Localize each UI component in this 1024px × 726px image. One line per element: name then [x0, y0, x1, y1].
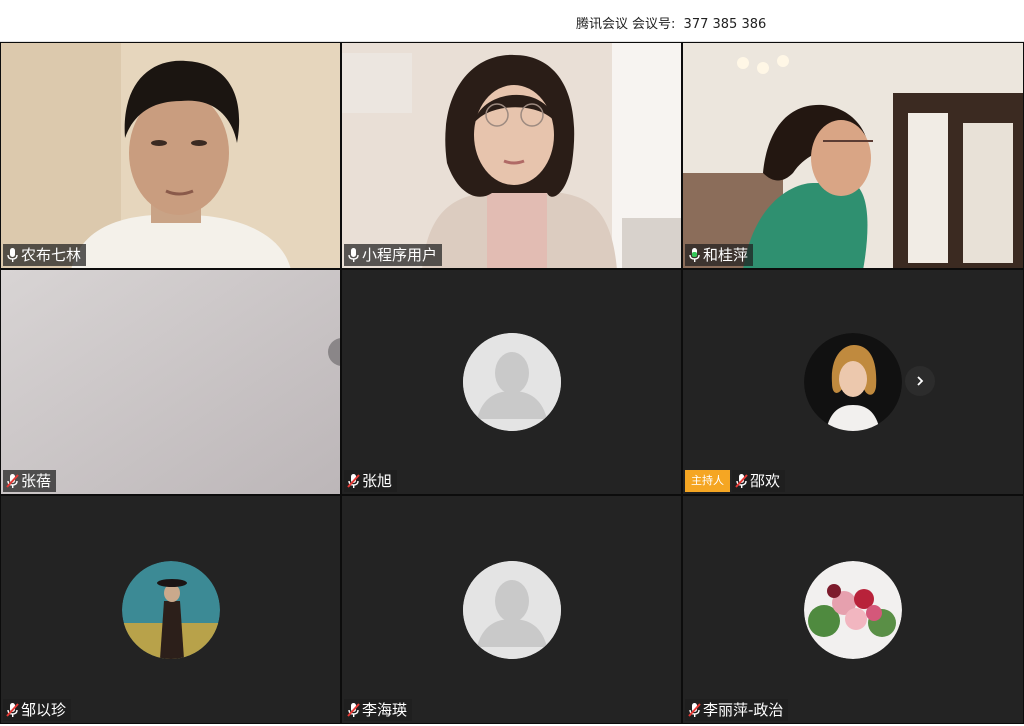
microphone-speaking-icon [689, 248, 700, 262]
video-tile[interactable]: 农布七林 [0, 42, 341, 269]
participant-namebar: 邹以珍 [3, 699, 72, 721]
participant-namebar: 李丽萍-政治 [685, 699, 789, 721]
camera-feed [683, 43, 1023, 268]
participant-name: 农布七林 [21, 246, 82, 264]
meeting-id[interactable]: 377 385 386 [684, 17, 767, 32]
host-badge: 主持人 [685, 470, 730, 492]
participant-namebar: 张旭 [344, 470, 398, 492]
video-tile[interactable]: 邹以珍 [0, 495, 341, 724]
default-avatar-icon [462, 333, 561, 431]
microphone-muted-icon [347, 474, 360, 488]
video-tile[interactable]: 主持人 邵欢 [682, 269, 1024, 495]
participant-name: 李海瑛 [362, 701, 408, 719]
video-tile[interactable]: 李海瑛 [341, 495, 682, 724]
microphone-muted-icon [6, 703, 19, 717]
video-tile[interactable]: 和桂萍 [682, 42, 1024, 269]
participant-name: 小程序用户 [362, 246, 438, 264]
microphone-muted-icon [735, 474, 748, 488]
default-avatar-icon [462, 560, 561, 659]
video-tile[interactable]: 张蓓 [0, 269, 341, 495]
participant-name: 和桂萍 [703, 246, 749, 264]
camera-feed [1, 43, 340, 268]
participant-namebar: 和桂萍 [685, 244, 754, 266]
participant-namebar: 张蓓 [3, 470, 57, 492]
microphone-muted-icon [6, 474, 19, 488]
microphone-icon [7, 248, 18, 262]
video-tile[interactable]: 李丽萍-政治 [682, 495, 1024, 724]
flower-avatar [804, 560, 902, 659]
app-name: 腾讯会议 [576, 17, 629, 32]
participant-name: 邹以珍 [21, 701, 67, 719]
participant-name: 张旭 [362, 472, 393, 490]
participant-name: 邵欢 [750, 472, 781, 490]
participant-name: 李丽萍-政治 [703, 701, 784, 719]
meeting-title: 腾讯会议 会议号: 377 385 386 [576, 13, 766, 32]
participant-namebar: 农布七林 [3, 244, 87, 266]
participant-namebar: 李海瑛 [344, 699, 413, 721]
chevron-right-icon [917, 376, 924, 386]
participant-namebar: 小程序用户 [344, 244, 443, 266]
video-tile[interactable]: 张旭 [341, 269, 682, 495]
camera-feed [342, 43, 681, 268]
microphone-icon [348, 248, 359, 262]
video-tile[interactable]: 小程序用户 [341, 42, 682, 269]
microphone-muted-icon [688, 703, 701, 717]
participant-namebar: 主持人 邵欢 [685, 470, 786, 492]
title-bar: 腾讯会议 会议号: 377 385 386 [0, 0, 1024, 42]
participant-name: 张蓓 [21, 472, 52, 490]
camera-feed [1, 270, 340, 494]
microphone-muted-icon [347, 703, 360, 717]
meeting-id-label: 会议号: [632, 17, 676, 32]
video-grid: 农布七林 小程序用户 和桂萍 张蓓 张旭 主持人 邵欢 邹以珍 李海瑛 李丽萍-… [0, 42, 1024, 724]
next-page-button[interactable] [905, 366, 935, 396]
painting-avatar [121, 560, 220, 659]
profile-photo-avatar [804, 333, 902, 431]
